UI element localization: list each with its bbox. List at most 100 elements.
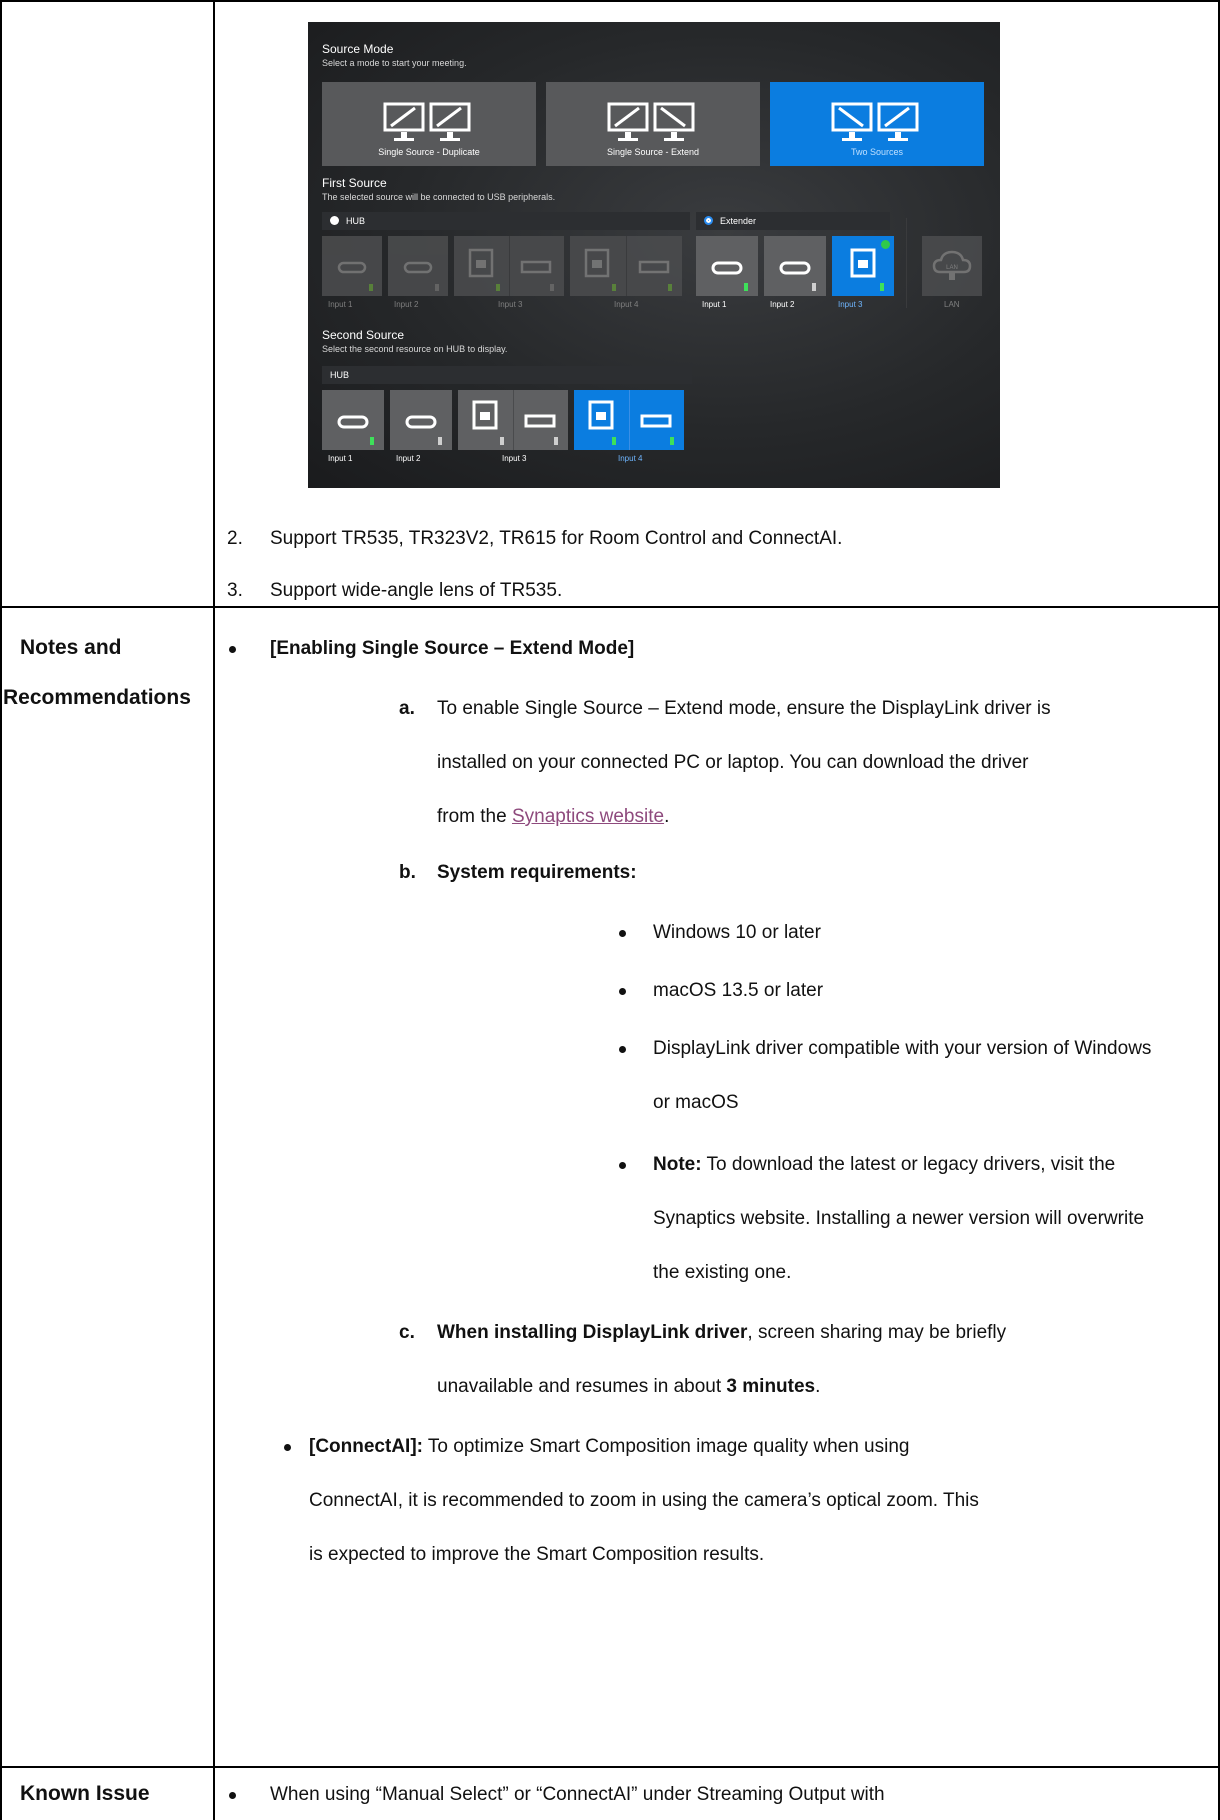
item-a-line2: installed on your connected PC or laptop… (437, 752, 1029, 773)
requirement-windows: Windows 10 or later (653, 922, 821, 943)
section-heading: [Enabling Single Source – Extend Mode] (270, 638, 635, 659)
item-marker-a: a. (399, 698, 415, 719)
requirement-driver-line2: or macOS (653, 1092, 739, 1113)
usb-c-icon (337, 261, 373, 291)
table-border-left (0, 0, 2, 1820)
first-source-title: First Source (322, 176, 387, 190)
bullet (619, 930, 626, 937)
hub-radio[interactable] (330, 216, 339, 225)
lan-label: LAN (944, 300, 960, 309)
extender-input-2[interactable]: Input 2 (764, 236, 826, 309)
table-column-divider (213, 0, 215, 1820)
input-label: Input 4 (614, 300, 639, 309)
extender-input-1[interactable]: Input 1 (696, 236, 758, 309)
item-b-text: System requirements: (437, 862, 637, 883)
input-label: Input 3 (838, 300, 863, 309)
hub-input-3[interactable]: Input 3 (454, 236, 564, 309)
list-item-text: Support wide-angle lens of TR535. (270, 580, 563, 601)
bullet (619, 1046, 626, 1053)
second-input-3[interactable]: Input 3 (458, 390, 568, 463)
list-number: 2. (227, 528, 243, 549)
requirement-driver-line1: DisplayLink driver compatible with your … (653, 1038, 1152, 1059)
input-label: Input 4 (618, 454, 643, 463)
second-source-title: Second Source (322, 328, 405, 342)
second-hub-row: HUB (322, 366, 692, 384)
first-source-subtitle: The selected source will be connected to… (322, 192, 556, 202)
requirement-note-line3: the existing one. (653, 1262, 792, 1283)
source-mode-screenshot: Source Mode Select a mode to start your … (308, 22, 1000, 488)
source-mode-title: Source Mode (322, 42, 394, 56)
item-marker-c: c. (399, 1322, 415, 1343)
document-page: Source Mode Select a mode to start your … (0, 0, 1220, 1820)
bullet (619, 1162, 626, 1169)
extender-label: Extender (720, 216, 757, 226)
input-label: Input 1 (328, 300, 353, 309)
cloud-lan-icon: LAN (932, 250, 972, 280)
table-border-top (0, 0, 1220, 2)
known-issue-text: When using “Manual Select” or “ConnectAI… (270, 1784, 885, 1805)
item-marker-b: b. (399, 862, 416, 883)
connectai-line1: [ConnectAI]: To optimize Smart Compositi… (309, 1436, 910, 1457)
duplicate-monitors-icon (383, 102, 471, 141)
requirement-note-line2: Synaptics website. Installing a newer ve… (653, 1208, 1145, 1229)
mode-label: Single Source - Duplicate (378, 147, 480, 157)
bullet (229, 1792, 236, 1799)
item-c-line2: unavailable and resumes in about 3 minut… (437, 1376, 821, 1397)
input-label: Input 1 (328, 454, 353, 463)
requirement-note-line1: Note: To download the latest or legacy d… (653, 1154, 1116, 1175)
second-source-subtitle: Select the second resource on HUB to dis… (322, 344, 508, 354)
list-item-text: Support TR535, TR323V2, TR615 for Room C… (270, 528, 843, 549)
input-label: Input 2 (770, 300, 795, 309)
bullet (284, 1444, 291, 1451)
list-number: 3. (227, 580, 243, 601)
two-sources-monitors-icon (831, 102, 919, 141)
notes-row-label: Notes and (20, 636, 122, 659)
mode-two-sources[interactable]: Two Sources (770, 82, 984, 166)
hub-radio-row[interactable]: HUB (322, 212, 690, 230)
item-a-line3: from the Synaptics website. (437, 806, 670, 827)
usb-c-icon (779, 261, 816, 291)
active-status-dot (881, 240, 890, 249)
connectai-line2: ConnectAI, it is recommended to zoom in … (309, 1490, 979, 1511)
input-label: Input 3 (498, 300, 523, 309)
usb-c-icon (711, 261, 748, 291)
hub-input-4[interactable]: Input 4 (570, 236, 682, 309)
hub-input-1[interactable]: Input 1 (322, 236, 382, 309)
input-label: Input 2 (394, 300, 419, 309)
lan-icon-text: LAN (946, 265, 958, 271)
known-issue-row-label: Known Issue (20, 1782, 150, 1805)
extender-input-3[interactable]: Input 3 (832, 236, 894, 309)
item-a-line1: To enable Single Source – Extend mode, e… (437, 698, 1051, 719)
hub-label: HUB (346, 216, 366, 226)
table-row-divider-1 (0, 606, 1220, 608)
mode-single-extend[interactable]: Single Source - Extend (546, 82, 760, 166)
synaptics-website-link[interactable]: Synaptics website (512, 806, 664, 827)
extender-radio-row[interactable]: Extender (696, 212, 890, 230)
bullet (229, 646, 236, 653)
usb-c-icon (405, 415, 442, 445)
requirement-macos: macOS 13.5 or later (653, 980, 824, 1001)
source-mode-subtitle: Select a mode to start your meeting. (322, 58, 467, 68)
usb-c-icon (403, 261, 439, 291)
lan-input[interactable]: LAN LAN (922, 236, 982, 309)
mode-label: Two Sources (850, 147, 904, 157)
mode-label: Single Source - Extend (606, 147, 700, 157)
notes-row-label-2: Recommendations (3, 686, 191, 709)
input-label: Input 1 (702, 300, 727, 309)
second-input-2[interactable]: Input 2 (390, 390, 452, 463)
extender-radio[interactable] (704, 216, 713, 225)
second-input-4[interactable]: Input 4 (574, 390, 684, 463)
extend-monitors-icon (607, 102, 695, 141)
divider (906, 218, 907, 308)
input-label: Input 2 (396, 454, 421, 463)
item-c-line1: When installing DisplayLink driver, scre… (437, 1322, 1007, 1343)
input-label: Input 3 (502, 454, 527, 463)
connectai-line3: is expected to improve the Smart Composi… (309, 1544, 765, 1565)
second-input-1[interactable]: Input 1 (322, 390, 384, 463)
mode-single-duplicate[interactable]: Single Source - Duplicate (322, 82, 536, 166)
usb-c-icon (337, 415, 374, 445)
table-row-divider-2 (0, 1766, 1220, 1768)
hub-input-2[interactable]: Input 2 (388, 236, 448, 309)
second-hub-label: HUB (330, 370, 350, 380)
bullet (619, 988, 626, 995)
